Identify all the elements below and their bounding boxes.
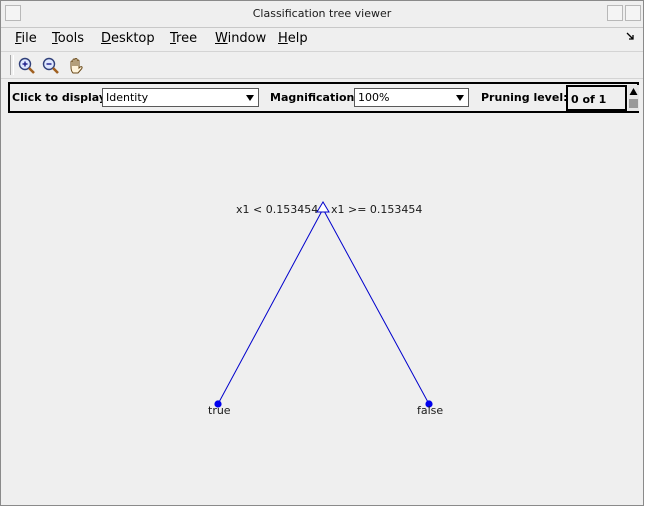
menu-tools[interactable]: Tools: [52, 31, 84, 46]
tree-graph: [214, 201, 433, 408]
menu-bar: File Tools Desktop Tree Window Help: [1, 28, 643, 50]
display-select-value: Identity: [106, 91, 149, 104]
title-bar: Classification tree viewer: [1, 1, 643, 28]
magnification-select-value: 100%: [358, 91, 390, 104]
leaf-label-right: false: [417, 404, 444, 417]
maximize-button[interactable]: [625, 5, 641, 21]
menu-window[interactable]: Window: [215, 31, 266, 46]
magnification-select[interactable]: 100%: [354, 88, 469, 107]
split-node-icon: [316, 201, 330, 213]
minimize-button[interactable]: [607, 5, 623, 21]
chevron-down-icon: [456, 95, 464, 101]
window-title: Classification tree viewer: [252, 7, 392, 20]
menu-tree[interactable]: Tree: [170, 31, 197, 46]
app-window: Classification tree viewer File Tools De…: [0, 0, 644, 506]
zoom-out-icon[interactable]: [41, 56, 61, 76]
dock-arrow-icon[interactable]: [626, 32, 635, 44]
display-label: Click to display:: [12, 91, 111, 104]
pruning-label: Pruning level:: [481, 91, 568, 104]
pan-hand-icon[interactable]: [66, 56, 86, 76]
zoom-in-icon[interactable]: [17, 56, 37, 76]
split-rule-left: x1 < 0.153454: [236, 203, 319, 216]
leaf-label-left: true: [208, 404, 231, 417]
pruning-level-field[interactable]: 0 of 1: [566, 85, 627, 111]
menu-file[interactable]: File: [15, 31, 37, 46]
toolbar: [1, 51, 643, 79]
menu-desktop[interactable]: Desktop: [101, 31, 155, 46]
spin-down-icon: [629, 99, 638, 108]
split-rule-right: x1 >= 0.153454: [331, 203, 423, 216]
tree-canvas[interactable]: x1 < 0.153454 x1 >= 0.153454 true false: [1, 115, 645, 505]
pruning-spinner[interactable]: [628, 85, 639, 111]
chevron-down-icon: [246, 95, 254, 101]
pruning-level-value: 0 of 1: [571, 93, 607, 106]
tree-edge-right: [322, 208, 430, 405]
tree-edge-left: [217, 208, 324, 405]
toolbar-grip: [10, 55, 14, 75]
menu-help[interactable]: Help: [278, 31, 308, 46]
control-bar: Click to display: Identity Magnification…: [8, 82, 639, 113]
display-select[interactable]: Identity: [102, 88, 259, 107]
magnification-label: Magnification:: [270, 91, 359, 104]
